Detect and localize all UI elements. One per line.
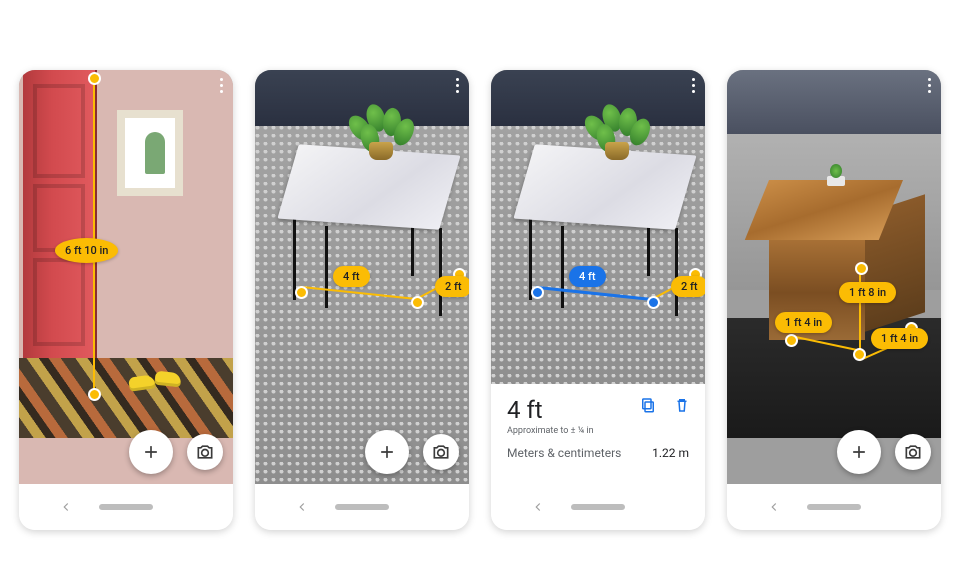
phone-1: 6 ft 10 in (19, 70, 233, 530)
measure-endpoint[interactable] (785, 334, 798, 347)
measure-label-selected[interactable]: 4 ft (569, 266, 606, 287)
measure-label[interactable]: 6 ft 10 in (55, 238, 118, 263)
back-icon[interactable] (767, 500, 781, 514)
measure-label[interactable]: 1 ft 4 in (775, 312, 832, 333)
measure-endpoint[interactable] (88, 388, 101, 401)
android-nav-bar (727, 484, 941, 530)
more-vert-icon[interactable] (220, 78, 223, 93)
android-nav-bar (491, 484, 705, 530)
measurement-detail-sheet: 4 ft Approximate to ± ¼ in Meters & cent… (491, 384, 705, 484)
measure-endpoint[interactable] (411, 296, 424, 309)
back-icon[interactable] (531, 500, 545, 514)
home-pill[interactable] (335, 504, 389, 510)
measure-label[interactable]: 1 ft 4 in (871, 328, 928, 349)
measure-line (859, 266, 861, 352)
unit-conversion-row[interactable]: Meters & centimeters 1.22 m (507, 446, 689, 460)
measure-endpoint[interactable] (855, 262, 868, 275)
unit-value: 1.22 m (652, 446, 689, 460)
more-vert-icon[interactable] (928, 78, 931, 93)
measure-label[interactable]: 2 ft (435, 276, 469, 297)
selected-measure-precision: Approximate to ± ¼ in (507, 426, 689, 436)
measure-label[interactable]: 4 ft (333, 266, 370, 287)
capture-button[interactable] (187, 434, 223, 470)
trash-icon[interactable] (673, 396, 691, 414)
add-measure-button[interactable] (129, 430, 173, 474)
measure-endpoint[interactable] (853, 348, 866, 361)
add-measure-button[interactable] (365, 430, 409, 474)
home-pill[interactable] (571, 504, 625, 510)
home-pill[interactable] (99, 504, 153, 510)
copy-icon[interactable] (639, 396, 657, 414)
more-vert-icon[interactable] (692, 78, 695, 93)
home-pill[interactable] (807, 504, 861, 510)
more-vert-icon[interactable] (456, 78, 459, 93)
phone-2: 4 ft 2 ft (255, 70, 469, 530)
screenshot-row: 6 ft 10 in 4 ft (0, 0, 960, 570)
android-nav-bar (255, 484, 469, 530)
measure-line (93, 76, 95, 394)
ar-scene-door (19, 70, 233, 484)
measure-endpoint[interactable] (647, 296, 660, 309)
capture-button[interactable] (895, 434, 931, 470)
back-icon[interactable] (59, 500, 73, 514)
measure-endpoint[interactable] (88, 72, 101, 85)
measure-label[interactable]: 2 ft (671, 276, 705, 297)
measure-endpoint[interactable] (295, 286, 308, 299)
measure-label[interactable]: 1 ft 8 in (839, 282, 896, 303)
add-measure-button[interactable] (837, 430, 881, 474)
phone-4: 1 ft 8 in 1 ft 4 in 1 ft 4 in (727, 70, 941, 530)
ar-scene-cube (727, 70, 941, 484)
unit-label: Meters & centimeters (507, 446, 621, 460)
ar-scene-table (491, 70, 705, 390)
back-icon[interactable] (295, 500, 309, 514)
capture-button[interactable] (423, 434, 459, 470)
measure-endpoint[interactable] (531, 286, 544, 299)
phone-3: 4 ft 2 ft 4 ft Approximate to ± ¼ in Met… (491, 70, 705, 530)
android-nav-bar (19, 484, 233, 530)
